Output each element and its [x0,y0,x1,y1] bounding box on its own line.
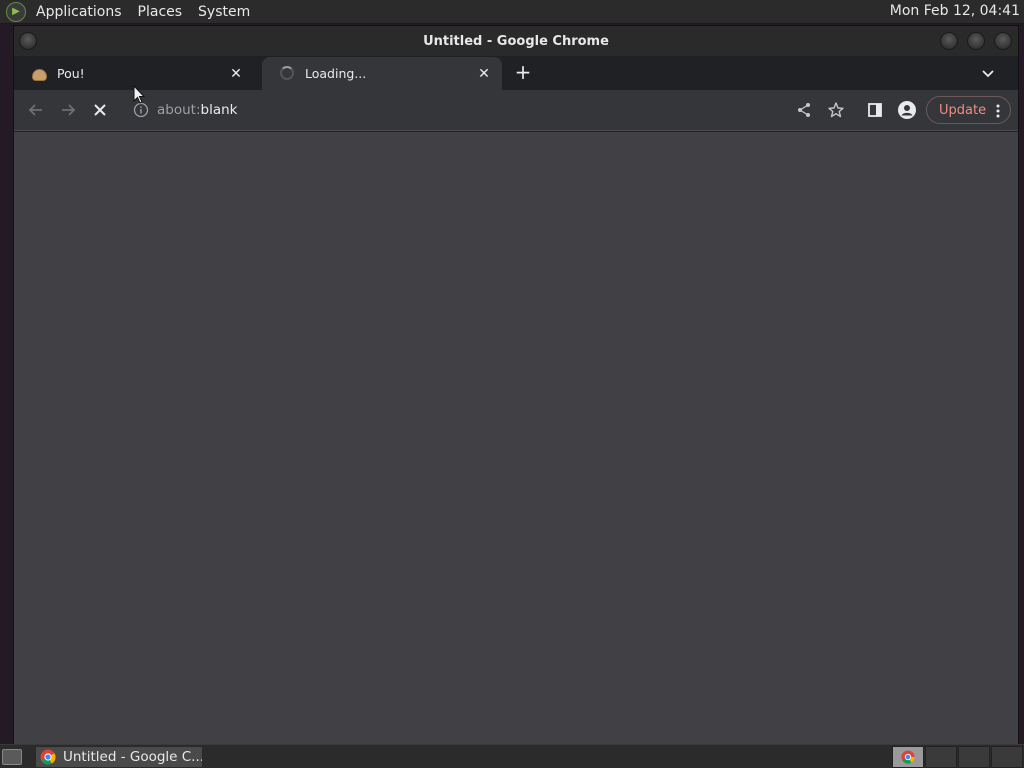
taskbar-window-label: Untitled - Google C... [63,749,202,765]
profile-avatar-icon[interactable] [897,100,917,120]
url-scheme: about: [157,102,201,118]
show-desktop-icon[interactable] [2,749,22,765]
menu-system[interactable]: System [194,4,254,20]
maximize-button[interactable] [967,32,985,50]
chrome-logo-icon [40,749,56,765]
tab-title: Loading... [305,66,367,81]
top-panel: ▶ Applications Places System Mon Feb 12,… [0,0,1024,24]
update-button[interactable]: Update [926,96,1011,124]
workspace-3[interactable] [958,746,990,768]
side-panel-icon[interactable] [865,100,885,120]
workspace-1[interactable] [892,746,924,768]
window-title: Untitled - Google Chrome [423,33,609,49]
close-window-button[interactable] [994,32,1012,50]
window-titlebar[interactable]: Untitled - Google Chrome [14,26,1018,56]
menu-places[interactable]: Places [134,4,187,20]
browser-toolbar: about:blank Update [14,90,1018,131]
tab-close-icon[interactable]: ✕ [476,66,492,82]
workspace-chrome-icon [901,750,915,764]
back-arrow-icon[interactable] [26,100,46,120]
tab-search-chevron-icon[interactable] [980,65,996,81]
forward-arrow-icon[interactable] [58,100,78,120]
address-bar[interactable]: about:blank [124,94,794,126]
update-label: Update [939,102,987,118]
window-menu-button[interactable] [19,32,37,50]
tab-title: Pou! [57,66,85,81]
page-content[interactable] [14,132,1018,744]
chrome-window: Untitled - Google Chrome Pou! ✕ Loading.… [13,25,1019,744]
workspace-4[interactable] [991,746,1023,768]
tab-strip: Pou! ✕ Loading... ✕ + [14,56,1018,90]
minimize-button[interactable] [940,32,958,50]
stop-loading-icon[interactable] [90,100,110,120]
bottom-taskbar: Untitled - Google C... [0,744,1024,768]
bookmark-star-icon[interactable] [826,100,846,120]
kebab-menu-icon[interactable] [996,103,1000,119]
loading-spinner-icon [280,65,296,82]
url-text[interactable]: about:blank [157,102,237,118]
workspace-2[interactable] [925,746,957,768]
new-tab-button[interactable]: + [512,62,534,84]
panel-clock[interactable]: Mon Feb 12, 04:41 [890,3,1020,19]
menu-applications[interactable]: Applications [32,4,126,20]
taskbar-window-button[interactable]: Untitled - Google C... [35,746,203,768]
share-icon[interactable] [794,100,814,120]
mouse-cursor-icon [133,84,147,105]
tab-loading[interactable]: Loading... ✕ [262,57,502,90]
tab-close-icon[interactable]: ✕ [228,66,244,82]
distro-logo-icon[interactable]: ▶ [6,1,26,22]
pou-favicon-icon [32,66,48,82]
url-host: blank [200,102,238,118]
